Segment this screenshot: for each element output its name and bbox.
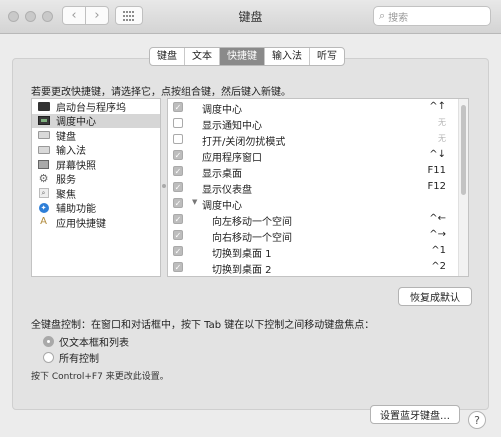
category-item[interactable]: A 应用快捷键: [32, 215, 160, 230]
shortcut-label: 打开/关闭勿扰模式: [202, 137, 286, 148]
tab-bar: 键盘 文本 快捷键 输入法 听写: [149, 47, 345, 66]
category-item[interactable]: 输入法: [32, 143, 160, 158]
category-item[interactable]: ✦ 辅助功能: [32, 201, 160, 216]
restore-defaults-button[interactable]: 恢复成默认: [398, 287, 472, 306]
shortcut-row[interactable]: ✓ 向左移动一个空间 ^←: [168, 211, 468, 228]
category-item[interactable]: ⚙ 服务: [32, 172, 160, 187]
shortcut-key[interactable]: F12: [428, 181, 446, 192]
shortcut-checkbox[interactable]: ✓: [173, 230, 183, 240]
shortcut-key[interactable]: 无: [438, 133, 446, 144]
tab-0[interactable]: 键盘: [150, 48, 185, 65]
shortcut-key[interactable]: F11: [428, 165, 446, 176]
setup-bluetooth-keyboard-button[interactable]: 设置蓝牙键盘…: [370, 405, 460, 424]
shortcut-hint: 按下 Control+F7 来更改此设置。: [31, 372, 169, 382]
category-label: 启动台与程序坞: [56, 102, 126, 114]
shortcut-key[interactable]: ^→: [429, 229, 446, 240]
category-label: 键盘: [56, 131, 76, 143]
radio-label: 仅文本框和列表: [59, 338, 129, 349]
shortcut-key[interactable]: ^1: [431, 245, 446, 256]
shortcut-checkbox[interactable]: ✓: [173, 246, 183, 256]
search-field[interactable]: ⌕ 搜索: [373, 6, 491, 26]
category-item[interactable]: 启动台与程序坞: [32, 99, 160, 114]
screenshot-icon: [37, 159, 50, 169]
shortcut-row[interactable]: ✓切换到桌面 3^3: [168, 275, 468, 276]
shortcut-row[interactable]: ✓ 切换到桌面 2 ^2: [168, 259, 468, 276]
category-label: 辅助功能: [56, 204, 96, 216]
services-gear-icon: ⚙: [38, 171, 49, 185]
radio-button[interactable]: [43, 352, 54, 363]
input-source-icon: [37, 145, 50, 155]
splitter-handle[interactable]: [162, 184, 166, 188]
category-label: 输入法: [56, 146, 86, 158]
shortcut-label: 向右移动一个空间: [212, 233, 292, 244]
category-item[interactable]: 屏幕快照: [32, 157, 160, 172]
disclosure-triangle-icon[interactable]: ▼: [192, 198, 197, 206]
shortcut-list-scrollbar[interactable]: [458, 99, 468, 276]
shortcut-checkbox[interactable]: [173, 118, 183, 128]
shortcut-row[interactable]: ✓ 显示仪表盘 F12: [168, 179, 468, 196]
mission-control-icon: [37, 116, 50, 126]
tab-2[interactable]: 快捷键: [220, 48, 265, 65]
radio-button[interactable]: [43, 336, 54, 347]
category-item[interactable]: ⌕ 聚焦: [32, 186, 160, 201]
shortcut-row[interactable]: ✓ 调度中心 ^↑: [168, 99, 468, 116]
radio-label: 所有控制: [59, 354, 99, 365]
shortcut-key[interactable]: ^2: [431, 261, 446, 272]
keyboard-icon: [37, 130, 50, 140]
shortcut-key[interactable]: ^↓: [429, 149, 446, 160]
title-bar: ‹ › 键盘 ⌕ 搜索: [0, 0, 501, 34]
shortcut-row[interactable]: ✓ 向右移动一个空间 ^→: [168, 227, 468, 244]
focus-mode-radio[interactable]: 仅文本框和列表: [43, 334, 129, 349]
help-button[interactable]: ?: [468, 411, 486, 429]
shortcut-label: 显示仪表盘: [202, 185, 252, 196]
full-keyboard-access-label: 全键盘控制：在窗口和对话框中，按下 Tab 键在以下控制之间移动键盘焦点：: [31, 320, 375, 331]
search-icon: ⌕: [379, 9, 386, 22]
accessibility-icon: ✦: [37, 202, 50, 213]
shortcut-list: ✓ 调度中心 ^↑ 显示通知中心无打开/关闭勿扰模式无 ✓ 应用程序窗口 ^↓ ✓ 显示桌面 F1…: [167, 98, 469, 277]
category-label: 聚焦: [56, 189, 76, 201]
shortcut-checkbox[interactable]: ✓: [173, 262, 183, 272]
category-list: 启动台与程序坞 调度中心键盘输入法屏幕快照 ⚙ 服务 ⌕ 聚焦 ✦ 辅助功能 A 应用快捷键: [31, 98, 161, 277]
tab-3[interactable]: 输入法: [265, 48, 310, 65]
app-shortcuts-icon: A: [40, 216, 47, 228]
shortcut-row[interactable]: 打开/关闭勿扰模式 无: [168, 131, 468, 148]
shortcut-checkbox[interactable]: ✓: [173, 214, 183, 224]
shortcut-checkbox[interactable]: [173, 134, 183, 144]
shortcut-row[interactable]: ✓ 应用程序窗口 ^↓: [168, 147, 468, 164]
shortcut-checkbox[interactable]: ✓: [173, 198, 183, 208]
launchpad-dock-icon: [37, 101, 50, 111]
shortcut-row[interactable]: ✓ 切换到桌面 1 ^1: [168, 243, 468, 260]
search-placeholder: 搜索: [388, 12, 409, 24]
scrollbar-thumb[interactable]: [461, 105, 466, 195]
shortcut-label: 显示桌面: [202, 169, 242, 180]
shortcut-checkbox[interactable]: ✓: [173, 166, 183, 176]
shortcut-key[interactable]: ^←: [429, 213, 446, 224]
tab-4[interactable]: 听写: [310, 48, 344, 65]
shortcut-row[interactable]: ✓ ▼ 调度中心: [168, 195, 468, 212]
shortcut-checkbox[interactable]: ✓: [173, 102, 183, 112]
shortcut-key[interactable]: 无: [438, 117, 446, 128]
category-label: 服务: [56, 175, 76, 187]
shortcut-label: 调度中心: [202, 105, 242, 116]
shortcut-label: 应用程序窗口: [202, 153, 262, 164]
focus-mode-radio[interactable]: 所有控制: [43, 350, 99, 365]
shortcut-row[interactable]: ✓ 显示桌面 F11: [168, 163, 468, 180]
spotlight-icon: ⌕: [37, 188, 50, 199]
shortcut-checkbox[interactable]: ✓: [173, 182, 183, 192]
shortcut-label: 切换到桌面 1: [212, 249, 272, 260]
category-item[interactable]: 键盘: [32, 128, 160, 143]
shortcut-row[interactable]: 显示通知中心 无: [168, 115, 468, 132]
shortcut-label: 切换到桌面 2: [212, 265, 272, 276]
shortcut-key[interactable]: ^↑: [429, 101, 446, 112]
category-item[interactable]: 调度中心: [32, 113, 160, 129]
category-label: 调度中心: [56, 117, 96, 129]
category-label: 应用快捷键: [56, 218, 106, 230]
instruction-text: 若要更改快捷键，请选择它，点按组合键，然后键入新键。: [31, 87, 291, 98]
shortcut-label: 显示通知中心: [202, 121, 262, 132]
shortcut-label: 调度中心: [202, 201, 242, 212]
shortcut-label: 向左移动一个空间: [212, 217, 292, 228]
category-label: 屏幕快照: [56, 160, 96, 172]
shortcut-checkbox[interactable]: ✓: [173, 150, 183, 160]
tab-1[interactable]: 文本: [185, 48, 220, 65]
